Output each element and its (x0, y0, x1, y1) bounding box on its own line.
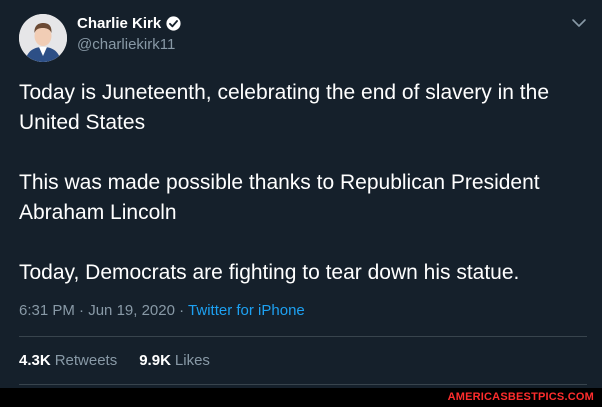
avatar[interactable] (19, 14, 67, 62)
verified-badge-icon (166, 16, 181, 31)
tweet-paragraph: Today, Democrats are fighting to tear do… (19, 261, 520, 284)
divider (19, 336, 587, 337)
watermark-text: AMERICASBESTPICS.COM (447, 391, 594, 403)
tweet-paragraph: Today is Juneteenth, celebrating the end… (19, 81, 550, 134)
tweet-time[interactable]: 6:31 PM (19, 302, 75, 319)
tweet-stats: 4.3K Retweets 9.9K Likes (19, 352, 210, 369)
likes-stat[interactable]: 9.9K Likes (139, 352, 210, 369)
meta-separator: · (179, 302, 189, 319)
watermark-bar: AMERICASBESTPICS.COM (0, 388, 602, 407)
chevron-down-icon[interactable] (570, 14, 588, 32)
tweet-card: Charlie Kirk @charliekirk11 Today is Jun… (0, 0, 602, 388)
divider (19, 384, 587, 385)
likes-count: 9.9K (139, 352, 171, 369)
author-name[interactable]: Charlie Kirk (77, 15, 161, 32)
author-handle[interactable]: @charliekirk11 (77, 36, 175, 53)
retweets-stat[interactable]: 4.3K Retweets (19, 352, 117, 369)
likes-label: Likes (174, 352, 210, 369)
avatar-portrait (19, 14, 67, 62)
tweet-date[interactable]: Jun 19, 2020 (88, 302, 175, 319)
meta-separator: · (79, 302, 89, 319)
tweet-text: Today is Juneteenth, celebrating the end… (19, 78, 589, 288)
tweet-meta: 6:31 PM · Jun 19, 2020 · Twitter for iPh… (19, 302, 305, 319)
author-name-row: Charlie Kirk (77, 15, 182, 32)
tweet-paragraph: This was made possible thanks to Republi… (19, 171, 540, 224)
retweets-count: 4.3K (19, 352, 51, 369)
tweet-source-link[interactable]: Twitter for iPhone (188, 302, 305, 319)
retweets-label: Retweets (54, 352, 118, 369)
